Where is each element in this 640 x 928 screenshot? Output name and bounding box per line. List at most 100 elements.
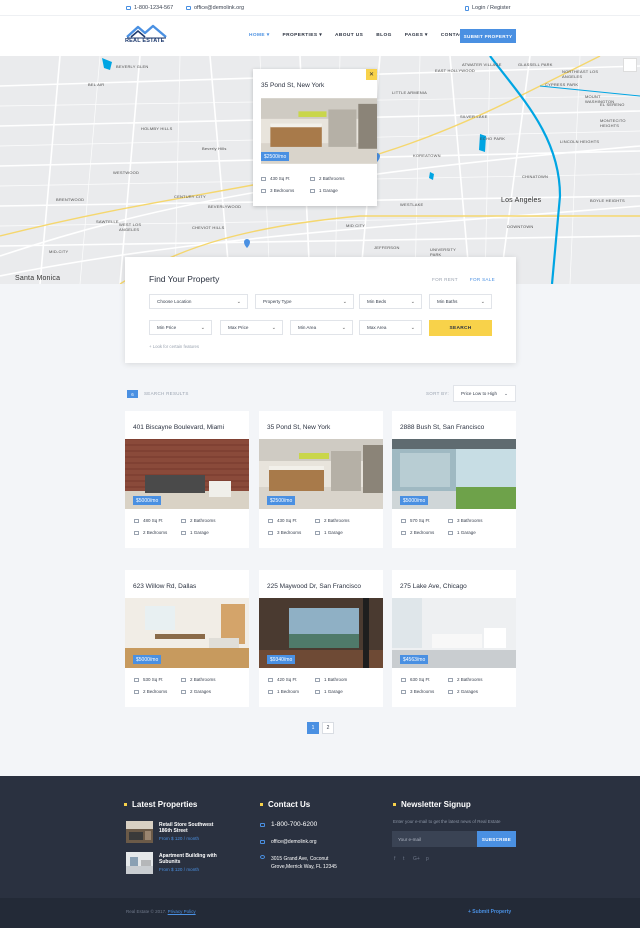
listing-area: 530 Sq Ft: [134, 677, 163, 682]
listing-title[interactable]: 623 Willow Rd, Dallas: [133, 583, 196, 590]
phone-contact[interactable]: 1-800-1234-567: [126, 5, 173, 11]
bed-icon: [134, 530, 139, 535]
listing-title[interactable]: 35 Pond St, New York: [267, 424, 330, 431]
map-label: MOUNT WASHINGTON: [585, 94, 615, 104]
listing-card[interactable]: 2888 Bush St, San Francisco $5000/mo 570…: [392, 411, 516, 548]
google-plus-icon[interactable]: G+: [413, 856, 420, 862]
listing-image[interactable]: $5000/mo: [392, 439, 516, 509]
listing-baths: 1 Bathroom: [315, 677, 347, 682]
nav-properties[interactable]: PROPERTIES ▾: [283, 33, 322, 38]
latest-thumb[interactable]: [126, 852, 153, 874]
nav-home[interactable]: HOME ▾: [249, 33, 270, 38]
max-area-select[interactable]: Max Area ⌄: [359, 320, 422, 335]
listing-beds: 2 Bedrooms: [134, 530, 167, 535]
listing-beds: 2 Bedrooms: [401, 530, 434, 535]
map-label: Beverly Hills: [202, 146, 227, 151]
listing-price: $9340/mo: [267, 655, 296, 664]
latest-property-name[interactable]: Apartment Building with Subunits: [159, 853, 219, 865]
latest-property-name[interactable]: Retail Store Southwest 186th Street: [159, 822, 219, 834]
logo-icon[interactable]: [125, 23, 169, 49]
newsletter-email-input[interactable]: Your e-mail: [392, 831, 477, 847]
twitter-icon[interactable]: t: [403, 856, 404, 862]
map-label: WESTLAKE: [400, 202, 424, 207]
top-bar: 1-800-1234-567 office@demolink.org Login…: [0, 0, 640, 16]
max-price-select[interactable]: Max Price ⌄: [220, 320, 283, 335]
latest-thumb[interactable]: [126, 821, 153, 843]
map-label: SILVER LAKE: [460, 114, 488, 119]
map-label: SAWTELLE: [96, 219, 119, 224]
map-label: DOWNTOWN: [507, 224, 534, 229]
sort-select[interactable]: Price Low to High ⌄: [453, 385, 516, 402]
main-nav: HOME ▾ PROPERTIES ▾ ABOUT US BLOG PAGES …: [249, 33, 467, 38]
chevron-down-icon: ⌄: [271, 325, 276, 331]
footer-submit-property-link[interactable]: + Submit Property: [468, 909, 511, 915]
listing-beds: 2 Bedrooms: [134, 689, 167, 694]
garage-icon: [310, 188, 315, 193]
phone-icon: [260, 822, 265, 827]
subscribe-button[interactable]: SUBSCRIBE: [477, 831, 516, 847]
popup-image[interactable]: $2500/mo: [261, 97, 377, 165]
min-area-select[interactable]: Min Area ⌄: [290, 320, 353, 335]
look-for-features-link[interactable]: + Look for certain features: [149, 344, 199, 349]
latest-property-price: From $ 120 / month: [159, 836, 200, 841]
email-contact[interactable]: office@demolink.org: [186, 5, 244, 11]
login-link[interactable]: Login / Register: [465, 5, 511, 11]
property-search-form: Find Your Property FOR RENT FOR SALE Cho…: [125, 257, 516, 363]
login-icon: [465, 5, 469, 11]
listing-card[interactable]: 623 Willow Rd, Dallas $5000/mo 530 Sq Ft…: [125, 570, 249, 707]
listing-beds: 3 Bedrooms: [401, 689, 434, 694]
listing-title[interactable]: 2888 Bush St, San Francisco: [400, 424, 484, 431]
footer-phone[interactable]: 1-800-700-6200: [260, 821, 317, 828]
listing-image[interactable]: $5000/mo: [125, 439, 249, 509]
listing-image[interactable]: $2500/mo: [259, 439, 383, 509]
map-popup[interactable]: 35 Pond St, New York ✕ $2500/mo 430 Sq F…: [253, 69, 377, 206]
copyright: Real Estate © 2017. Privacy Policy: [126, 909, 196, 914]
tab-for-rent[interactable]: FOR RENT: [432, 277, 458, 282]
map-fullscreen-button[interactable]: [623, 58, 637, 72]
location-select[interactable]: Choose Location ⌄: [149, 294, 248, 309]
listing-card[interactable]: 275 Lake Ave, Chicago $4563/mo 630 Sq Ft…: [392, 570, 516, 707]
listing-image[interactable]: $5000/mo: [125, 598, 249, 668]
property-type-select[interactable]: Property Type ⌄: [255, 294, 354, 309]
listing-image[interactable]: $4563/mo: [392, 598, 516, 668]
search-button[interactable]: SEARCH: [429, 320, 492, 336]
bed-icon: [134, 689, 139, 694]
listing-title[interactable]: 225 Maywood Dr, San Francisco: [267, 583, 361, 590]
pinterest-icon[interactable]: p: [426, 856, 429, 862]
footer-email[interactable]: office@demolink.org: [260, 839, 317, 845]
login-text: Login / Register: [472, 5, 511, 11]
min-baths-select[interactable]: Min Baths ⌄: [429, 294, 492, 309]
listing-image[interactable]: $9340/mo: [259, 598, 383, 668]
page-1-button[interactable]: 1: [307, 722, 319, 734]
nav-pages[interactable]: PAGES ▾: [405, 33, 428, 38]
latest-property-price: From $ 120 / month: [159, 867, 200, 872]
chevron-down-icon: ⌄: [480, 299, 485, 305]
property-thumb-image: [126, 821, 153, 843]
map-label: ECHO PARK: [480, 136, 506, 141]
facebook-icon[interactable]: f: [394, 856, 395, 862]
listing-card[interactable]: 225 Maywood Dr, San Francisco $9340/mo 4…: [259, 570, 383, 707]
close-icon[interactable]: ✕: [366, 69, 377, 80]
map-label: WESTWOOD: [113, 170, 140, 175]
bath-icon: [310, 176, 315, 181]
chevron-down-icon: ⌄: [504, 391, 508, 396]
min-beds-select[interactable]: Min Beds ⌄: [359, 294, 422, 309]
popup-price: $2500/mo: [261, 152, 290, 161]
listing-card[interactable]: 401 Biscayne Boulevard, Miami $5000/mo 4…: [125, 411, 249, 548]
nav-blog[interactable]: BLOG: [376, 33, 391, 38]
listing-card[interactable]: 35 Pond St, New York $2500/mo 430 Sq Ft …: [259, 411, 383, 548]
min-price-select[interactable]: Min Price ⌄: [149, 320, 212, 335]
listing-garage: 2 Garages: [181, 689, 211, 694]
sort-label: SORT BY:: [426, 391, 449, 396]
nav-about[interactable]: ABOUT US: [335, 33, 363, 38]
finder-tabs: FOR RENT FOR SALE: [432, 277, 495, 282]
submit-property-button[interactable]: SUBMIT PROPERTY: [460, 29, 516, 43]
listing-title[interactable]: 401 Biscayne Boulevard, Miami: [133, 424, 224, 431]
tab-for-sale[interactable]: FOR SALE: [470, 277, 495, 282]
page-2-button[interactable]: 2: [322, 722, 334, 734]
mail-icon: [260, 840, 265, 844]
listing-price: $2500/mo: [267, 496, 296, 505]
popup-garage: 1 Garage: [310, 188, 338, 193]
listing-title[interactable]: 275 Lake Ave, Chicago: [400, 583, 467, 590]
privacy-policy-link[interactable]: Privacy Policy: [168, 909, 196, 914]
